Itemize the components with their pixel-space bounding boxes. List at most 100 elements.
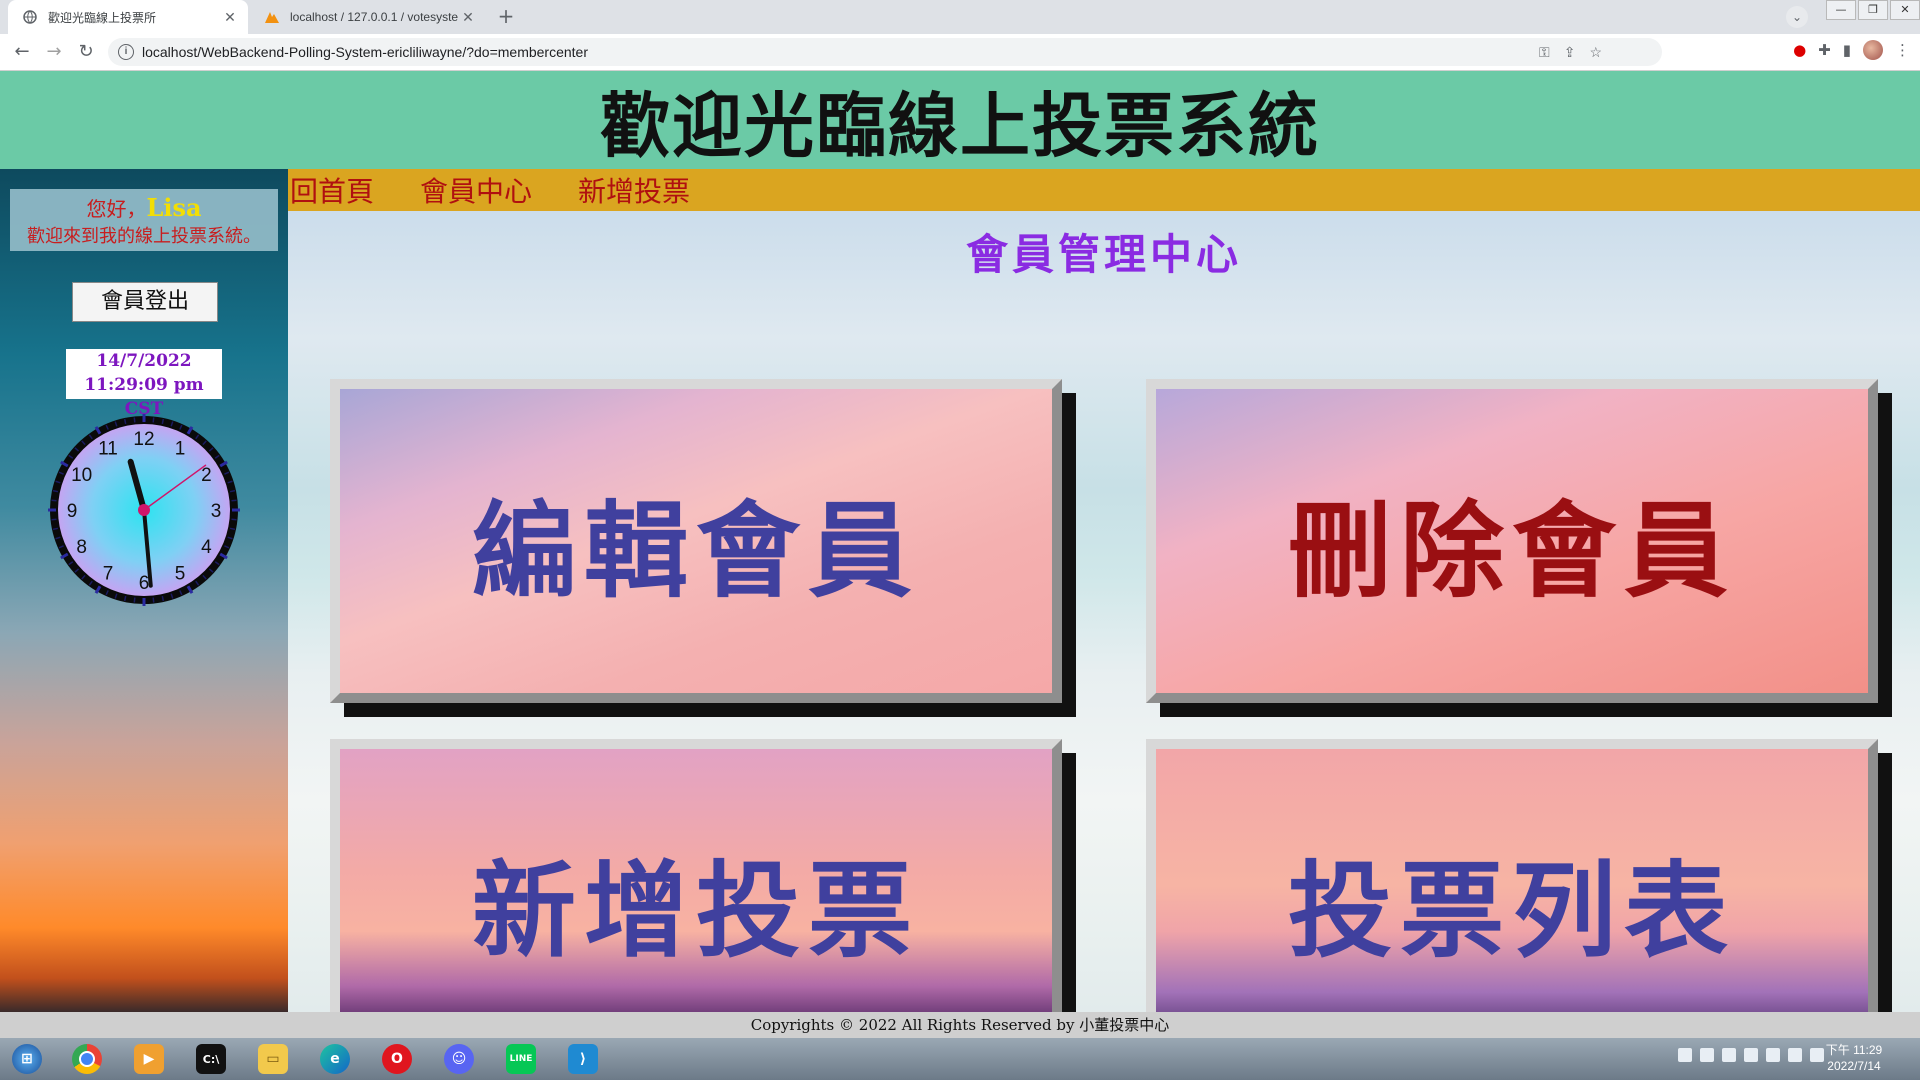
minimize-button[interactable]: —: [1826, 0, 1856, 20]
clock-number: 11: [98, 439, 118, 460]
taskbar-terminal[interactable]: C:\: [182, 1040, 240, 1078]
edge-icon: e: [320, 1044, 350, 1074]
chrome-icon: [72, 1044, 102, 1074]
clock-tick: [123, 595, 127, 602]
tray-network-icon[interactable]: [1788, 1048, 1802, 1062]
new-tab-button[interactable]: +: [494, 5, 518, 29]
site-title: 歡迎光臨線上投票系統: [600, 84, 1320, 167]
greeting-text: 您好，: [86, 197, 147, 221]
toolbar-extensions: ● ✚ ▮ ⋮: [1793, 40, 1910, 60]
os-taskbar: ⊞ ▶ C:\ ▭ e O ☺ LINE ⟩ 下午 11:29 2022/7/1…: [0, 1038, 1920, 1080]
profile-avatar-icon[interactable]: [1863, 40, 1883, 60]
tray-ime-icon[interactable]: [1700, 1048, 1714, 1062]
taskbar-time: 下午 11:29: [1825, 1043, 1883, 1057]
tray-help-icon[interactable]: [1766, 1048, 1780, 1062]
tab-active[interactable]: 歡迎光臨線上投票所 ✕: [8, 0, 248, 34]
system-tray: [1678, 1048, 1824, 1062]
site-header: 歡迎光臨線上投票系統: [0, 71, 1920, 169]
logout-button[interactable]: 會員登出: [72, 282, 218, 322]
date-text: 14/7/2022: [96, 351, 192, 371]
delete-member-card[interactable]: 刪除會員: [1146, 379, 1878, 703]
footer-copyright: Copyrights © 2022 All Rights Reserved by: [750, 1016, 1080, 1034]
delete-member-label: 刪除會員: [1287, 489, 1736, 612]
site-footer: Copyrights © 2022 All Rights Reserved by…: [0, 1012, 1920, 1038]
taskbar-folder[interactable]: ▭: [244, 1040, 302, 1078]
taskbar-chrome[interactable]: [58, 1040, 116, 1078]
line-icon: LINE: [506, 1044, 536, 1074]
taskbar-edge[interactable]: e: [306, 1040, 364, 1078]
back-icon[interactable]: ←: [10, 40, 34, 64]
clock-number: 3: [211, 501, 222, 522]
address-bar[interactable]: i localhost/WebBackend-Polling-System-er…: [108, 38, 1662, 66]
nav-add-vote-link[interactable]: 新增投票: [578, 170, 690, 210]
forward-icon[interactable]: →: [42, 40, 66, 64]
restore-button[interactable]: ❐: [1858, 0, 1888, 20]
globe-icon: [22, 9, 38, 25]
key-icon[interactable]: ⚿: [1539, 44, 1550, 61]
clock-tick: [231, 499, 237, 502]
clock-number: 6: [139, 573, 150, 594]
bookmark-star-icon[interactable]: ☆: [1589, 44, 1602, 61]
extensions-icon[interactable]: ✚: [1818, 41, 1831, 59]
nav-menu: 回首頁 會員中心 新增投票: [288, 169, 1920, 211]
tab-phpmyadmin[interactable]: localhost / 127.0.0.1 / votesyste ✕: [250, 0, 486, 34]
web-page: 歡迎光臨線上投票系統 您好，Lisa 歡迎來到我的線上投票系統。 會員登出 14…: [0, 71, 1920, 1063]
start-button[interactable]: ⊞: [4, 1040, 50, 1078]
clock-number: 9: [67, 501, 78, 522]
clock-tick: [161, 595, 165, 602]
add-vote-label: 新增投票: [471, 849, 920, 972]
tab-search-icon[interactable]: ⌄: [1786, 6, 1808, 28]
nav-member-center-link[interactable]: 會員中心: [420, 170, 532, 210]
window-controls: — ❐ ✕: [1824, 0, 1920, 22]
url-text: localhost/WebBackend-Polling-System-eric…: [142, 44, 588, 60]
tray-display-icon[interactable]: [1722, 1048, 1736, 1062]
clock-number: 12: [133, 429, 154, 450]
terminal-icon: C:\: [196, 1044, 226, 1074]
info-icon[interactable]: i: [118, 44, 134, 60]
nav-home-link[interactable]: 回首頁: [290, 170, 374, 210]
clock-number: 7: [103, 563, 114, 584]
taskbar-clock[interactable]: 下午 11:29 2022/7/14: [1814, 1042, 1894, 1074]
share-icon[interactable]: ⇪: [1564, 44, 1576, 61]
clock-number: 4: [201, 537, 212, 558]
datetime-box: 14/7/2022 11:29:09 pm CST: [66, 349, 222, 419]
clock-number: 1: [175, 439, 186, 460]
close-tab-icon[interactable]: ✕: [220, 9, 240, 26]
clock-tick: [229, 489, 236, 493]
greeting-box: 您好，Lisa 歡迎來到我的線上投票系統。: [10, 189, 278, 251]
clock-tick: [123, 418, 127, 425]
side-panel-icon[interactable]: ▮: [1843, 41, 1851, 59]
tray-keyboard-icon[interactable]: [1744, 1048, 1758, 1062]
discord-icon: ☺: [444, 1044, 474, 1074]
sidebar: 您好，Lisa 歡迎來到我的線上投票系統。 會員登出 14/7/2022 11:…: [0, 169, 288, 1012]
clock-tick: [133, 417, 136, 423]
taskbar-vscode[interactable]: ⟩: [554, 1040, 612, 1078]
close-window-button[interactable]: ✕: [1890, 0, 1920, 20]
opera-icon: O: [382, 1044, 412, 1074]
record-icon[interactable]: ●: [1793, 41, 1806, 59]
clock-tick: [133, 597, 136, 603]
taskbar-date: 2022/7/14: [1827, 1059, 1881, 1073]
folder-icon: ▭: [258, 1044, 288, 1074]
taskbar-opera[interactable]: O: [368, 1040, 426, 1078]
vote-list-label: 投票列表: [1287, 849, 1736, 972]
menu-icon[interactable]: ⋮: [1895, 41, 1910, 59]
edit-member-card[interactable]: 編輯會員: [330, 379, 1062, 703]
omnibox-actions: ⚿ ⇪ ☆: [1539, 38, 1602, 66]
close-tab-icon[interactable]: ✕: [458, 9, 478, 26]
clock-tick: [51, 518, 57, 521]
taskbar-media[interactable]: ▶: [120, 1040, 178, 1078]
taskbar-discord[interactable]: ☺: [430, 1040, 488, 1078]
clock-number: 10: [71, 465, 92, 486]
tab-title: 歡迎光臨線上投票所: [48, 10, 157, 25]
tray-app-icon[interactable]: [1678, 1048, 1692, 1062]
clock-tick: [52, 527, 59, 531]
clock-tick: [52, 489, 59, 493]
browser-tab-bar: 歡迎光臨線上投票所 ✕ localhost / 127.0.0.1 / vote…: [0, 0, 1920, 34]
tab-title: localhost / 127.0.0.1 / votesyste: [290, 10, 458, 24]
welcome-text: 歡迎來到我的線上投票系統。: [27, 226, 261, 247]
reload-icon[interactable]: ↻: [74, 40, 98, 64]
browser-toolbar: ← → ↻ i localhost/WebBackend-Polling-Sys…: [0, 34, 1920, 71]
phpmyadmin-icon: [264, 9, 280, 25]
taskbar-line[interactable]: LINE: [492, 1040, 550, 1078]
